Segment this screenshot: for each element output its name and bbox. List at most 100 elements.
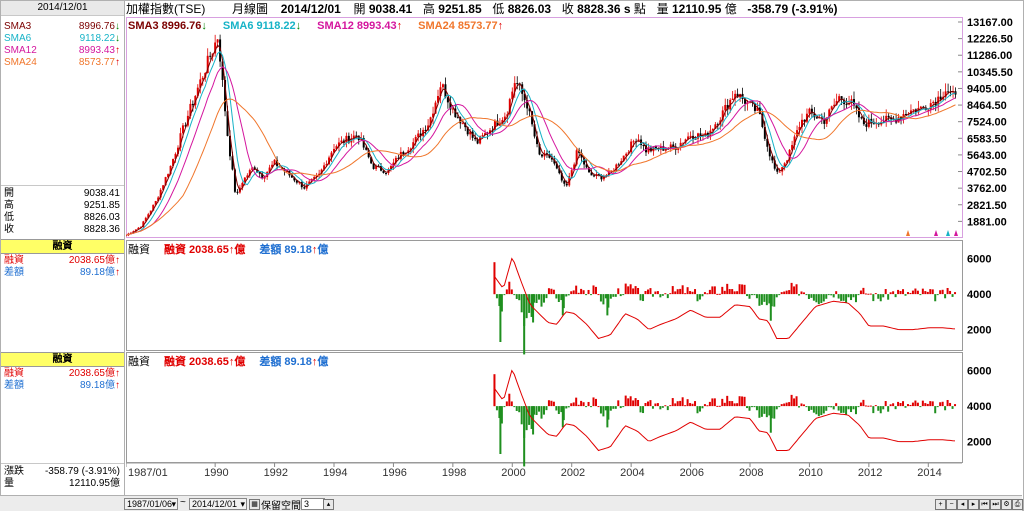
margin-diff-bar bbox=[807, 406, 810, 412]
margin-diff-bar bbox=[887, 406, 890, 412]
margin-diff-bar bbox=[800, 291, 803, 295]
margin-diff-bar bbox=[800, 403, 803, 407]
legend-sma3: SMA3 8996.76↓ bbox=[128, 20, 207, 32]
sma-row-sma24: SMA24 8573.77↑ bbox=[4, 57, 120, 69]
margin-diff-bar bbox=[646, 289, 649, 295]
margin-diff-bar bbox=[837, 406, 840, 411]
margin-diff-bar bbox=[555, 406, 558, 411]
margin-diff-bar bbox=[820, 294, 823, 304]
margin-diff-bar bbox=[659, 406, 662, 410]
margin-diff-bar bbox=[894, 406, 897, 410]
margin-diff-bar bbox=[597, 294, 600, 296]
margin-diff-bar bbox=[624, 283, 627, 295]
margin-diff-bar bbox=[810, 406, 813, 410]
change-label: 漲跌 bbox=[4, 466, 24, 477]
candle-body bbox=[209, 55, 212, 57]
margin-diff-bar bbox=[842, 406, 845, 413]
margin-diff-bar bbox=[827, 406, 830, 408]
reserve-space-input[interactable]: 3 bbox=[301, 498, 325, 510]
margin-diff-bar bbox=[644, 403, 647, 407]
margin-diff-bar bbox=[538, 406, 541, 412]
candle-body bbox=[845, 104, 848, 106]
margin-diff-bar bbox=[686, 399, 689, 407]
x-tick-label: 2008 bbox=[739, 467, 763, 479]
candle-body bbox=[778, 171, 781, 173]
margin-diff-bar bbox=[716, 405, 719, 407]
margin-diff-bar bbox=[649, 288, 652, 295]
spinner-icon[interactable]: ▴ bbox=[323, 499, 334, 510]
margin-diff-bar bbox=[902, 401, 905, 407]
margin-diff-bar bbox=[802, 404, 805, 407]
margin-diff-bar bbox=[733, 403, 736, 407]
margin-diff-bar bbox=[741, 396, 744, 407]
margin-diff-bar bbox=[921, 400, 924, 407]
scroll-left-icon[interactable]: ◂ bbox=[957, 499, 968, 510]
margin-diff-bar bbox=[609, 406, 612, 411]
trend-arrow-icon: ↑ bbox=[228, 356, 235, 368]
margin-diff-bar bbox=[664, 293, 667, 295]
zoom-in-icon[interactable]: + bbox=[935, 499, 946, 510]
margin-diff-bar bbox=[515, 294, 518, 299]
margin-diff-bar bbox=[726, 283, 729, 295]
margin-diff-bar bbox=[634, 398, 637, 407]
margin-diff-bar bbox=[929, 401, 932, 407]
margin-diff-bar bbox=[736, 291, 739, 295]
end-date-picker[interactable]: 2014/12/01 ▾ bbox=[189, 498, 247, 510]
margin-diff-bar bbox=[837, 294, 840, 299]
print-icon[interactable]: ⎙ bbox=[1012, 499, 1023, 510]
margin-diff-bar bbox=[822, 294, 825, 302]
margin-diff-bar bbox=[914, 400, 917, 407]
candle-body bbox=[815, 117, 818, 119]
sub-legend-item2: 差額 89.18↑億 bbox=[259, 356, 329, 368]
start-date-picker[interactable]: 1987/01/06 ▾ bbox=[124, 498, 178, 510]
sma-value: 8573.77↑ bbox=[78, 57, 120, 68]
trend-arrow-icon: ↓ bbox=[115, 21, 120, 32]
margin-chart-1 bbox=[493, 257, 957, 355]
margin-diff-bar bbox=[575, 397, 578, 407]
margin-diff-bar bbox=[904, 294, 907, 296]
margin-diff-bar bbox=[892, 291, 895, 295]
margin-diff-bar bbox=[887, 294, 890, 300]
settings-icon[interactable]: ⚙ bbox=[1001, 499, 1012, 510]
candle-body bbox=[724, 104, 727, 111]
margin-diff-bar bbox=[545, 406, 548, 411]
margin-diff-bar bbox=[592, 285, 595, 295]
margin-diff-bar bbox=[755, 406, 758, 411]
margin-diff-bar bbox=[783, 403, 786, 407]
margin-diff-bar bbox=[899, 402, 902, 407]
margin-diff-bar bbox=[565, 294, 568, 297]
margin-diff-bar bbox=[721, 398, 724, 407]
margin-diff-bar bbox=[941, 289, 944, 295]
margin-diff-bar bbox=[914, 288, 917, 295]
ohlc-value: 9251.85 bbox=[83, 200, 120, 211]
margin-diff-bar bbox=[820, 406, 823, 416]
margin-label: 差額 bbox=[4, 380, 24, 391]
candle-body bbox=[887, 115, 890, 118]
candle-body bbox=[865, 124, 868, 127]
sub-legend-name: 融資 bbox=[128, 244, 150, 256]
margin-diff-bar bbox=[864, 405, 867, 407]
margin-diff-bar bbox=[713, 398, 716, 407]
margin-row: 融資 2038.65億↑ bbox=[4, 255, 120, 267]
margin-diff-bar bbox=[505, 401, 508, 407]
event-marker-icon bbox=[946, 230, 950, 236]
margin-diff-bar bbox=[906, 404, 909, 407]
margin-diff-bar bbox=[775, 294, 778, 298]
last-icon[interactable]: ⏭ bbox=[990, 499, 1001, 510]
candle-body bbox=[216, 39, 219, 43]
margin-diff-bar bbox=[842, 294, 845, 301]
margin-diff-bar bbox=[763, 294, 766, 302]
candle-body bbox=[860, 117, 863, 119]
first-icon[interactable]: ⏮ bbox=[979, 499, 990, 510]
sma-value: 8996.76↓ bbox=[78, 21, 120, 32]
scroll-right-icon[interactable]: ▸ bbox=[968, 499, 979, 510]
margin-diff-bar bbox=[785, 290, 788, 295]
calendar-icon[interactable]: ▦ bbox=[249, 499, 260, 510]
change-header-value: -358.79 (-3.91%) bbox=[747, 2, 838, 16]
margin-diff-bar bbox=[606, 294, 609, 316]
zoom-out-icon[interactable]: − bbox=[946, 499, 957, 510]
margin-y-axis-1: 6000 4000 2000 bbox=[967, 254, 991, 337]
sub-legend-name: 融資 bbox=[128, 356, 150, 368]
margin-diff-bar bbox=[872, 406, 875, 414]
margin-diff-bar bbox=[931, 401, 934, 407]
